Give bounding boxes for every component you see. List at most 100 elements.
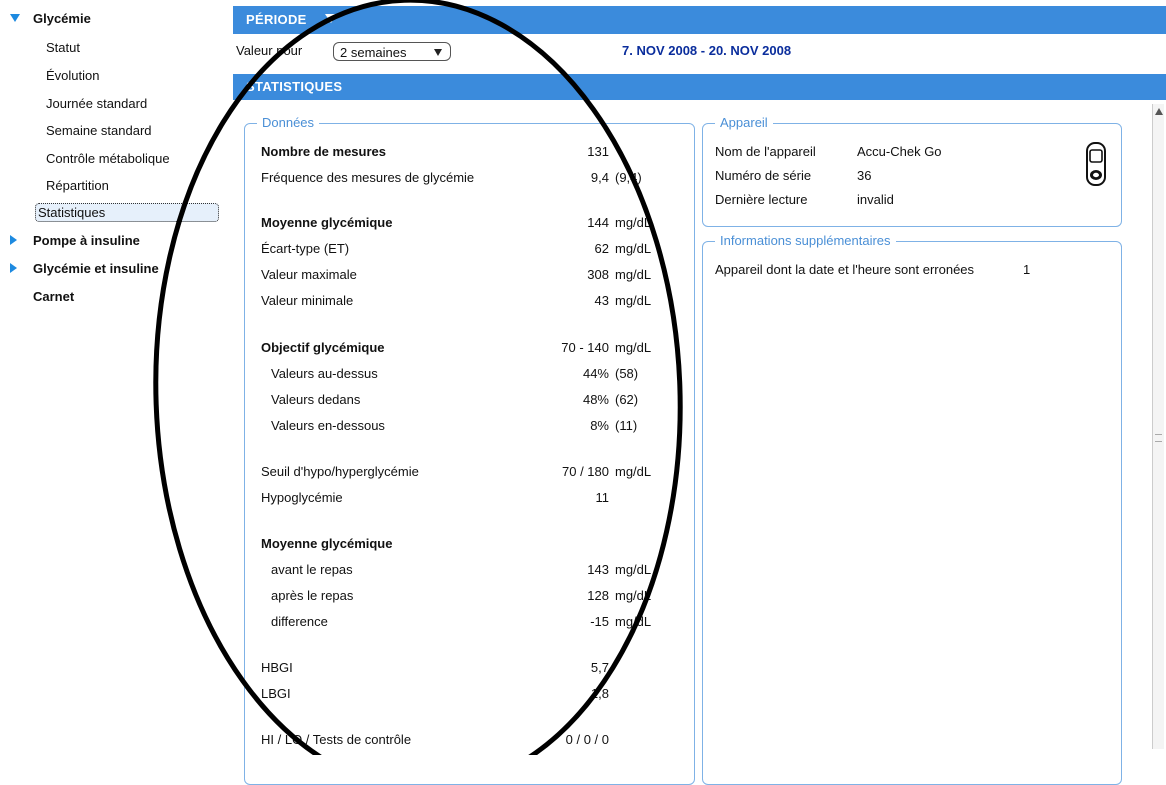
stat-value: 131	[587, 144, 609, 159]
chevron-down-icon[interactable]	[434, 49, 442, 56]
stat-value: 144	[587, 215, 609, 230]
stat-label: HBGI	[261, 660, 293, 675]
stat-value: 8%	[590, 418, 609, 433]
stat-value: 308	[587, 267, 609, 282]
tree-item-evolution[interactable]: Évolution	[46, 68, 99, 83]
stat-row: Valeur minimale 43 mg/dL	[261, 293, 661, 311]
stat-unit: (58)	[615, 366, 639, 381]
scroll-up-arrow-icon[interactable]	[1155, 108, 1163, 115]
stat-label: Moyenne glycémique	[261, 215, 393, 230]
tree-group-label[interactable]: Carnet	[33, 289, 74, 304]
period-select-value: 2 semaines	[340, 45, 407, 60]
stat-row: Moyenne glycémique	[261, 536, 661, 554]
tree-item-semaine-standard[interactable]: Semaine standard	[46, 123, 152, 138]
tree-item-journee-standard[interactable]: Journée standard	[46, 96, 147, 111]
stat-unit: mg/dL	[615, 464, 652, 479]
stat-row: Valeurs dedans 48% (62)	[261, 392, 661, 410]
stat-label: Hypoglycémie	[261, 490, 343, 505]
stat-row: Fréquence des mesures de glycémie 9,4 (9,4…	[261, 170, 661, 188]
stat-row: Seuil d'hypo/hyperglycémie 70 / 180 mg/dL	[261, 464, 661, 482]
stat-row: HI / LO / Tests de contrôle 0 / 0 / 0	[261, 732, 661, 750]
stat-value: 143	[587, 562, 609, 577]
stat-value: 5,7	[590, 660, 609, 675]
stat-row: Valeurs en-dessous 8% (11)	[261, 418, 661, 436]
stat-value: 9,4	[590, 170, 609, 185]
stat-label: Nombre de mesures	[261, 144, 386, 159]
device-name-label: Nom de l'appareil	[715, 144, 816, 159]
statistiques-content: Données Nombre de mesures 131 Fréquence de…	[233, 100, 1166, 785]
stat-label: LBGI	[261, 686, 291, 701]
stat-unit: (9,4)	[615, 170, 642, 185]
stat-row: Valeurs au-dessus 44% (58)	[261, 366, 661, 384]
stat-row: Hypoglycémie 11	[261, 490, 661, 508]
stat-label: difference	[271, 614, 328, 629]
last-reading-label: Dernière lecture	[715, 192, 808, 207]
stat-row: Moyenne glycémique 144 mg/dL	[261, 215, 661, 233]
serial-number-value: 36	[857, 168, 872, 183]
glucose-meter-icon	[1086, 142, 1106, 186]
stat-label: Valeurs en-dessous	[271, 418, 385, 433]
stat-label: Écart-type (ET)	[261, 241, 350, 256]
stat-unit: mg/dL	[615, 588, 652, 603]
stat-value: 0 / 0 / 0	[565, 732, 609, 747]
info-row-value: 1	[1023, 262, 1031, 277]
stat-value: 11	[595, 490, 610, 505]
donnees-legend: Données	[257, 115, 320, 130]
stat-unit: mg/dL	[615, 215, 652, 230]
stat-label: Moyenne glycémique	[261, 536, 393, 551]
stat-unit: mg/dL	[615, 614, 652, 629]
scroll-grip-icon[interactable]	[1155, 434, 1162, 442]
stat-value: 43	[594, 293, 609, 308]
serial-number-label: Numéro de série	[715, 168, 812, 183]
stat-unit: mg/dL	[615, 340, 652, 355]
tree-item-repartition[interactable]: Répartition	[46, 178, 109, 193]
stat-label: Valeurs dedans	[271, 392, 361, 407]
appareil-panel: Appareil Nom de l'appareil Accu-Chek Go …	[702, 115, 1122, 227]
tree-item-statut[interactable]: Statut	[46, 40, 80, 55]
stat-row: difference -15 mg/dL	[261, 614, 661, 632]
stat-row: Valeur maximale 308 mg/dL	[261, 267, 661, 285]
informations-panel: Informations supplémentaires Appareil do…	[702, 233, 1122, 785]
periode-header[interactable]: PÉRIODE	[233, 6, 1166, 34]
stat-label: avant le repas	[271, 562, 353, 577]
stat-row: Nombre de mesures 131	[261, 144, 661, 162]
collapsed-arrow-icon[interactable]	[10, 263, 17, 273]
last-reading-value: invalid	[857, 192, 894, 207]
stat-row: Objectif glycémique 70 - 140 mg/dL	[261, 340, 661, 358]
stat-value: 70 - 140	[561, 340, 609, 355]
stat-unit: mg/dL	[615, 293, 652, 308]
stat-unit: mg/dL	[615, 241, 652, 256]
stat-label: après le repas	[271, 588, 354, 603]
period-select[interactable]: 2 semaines	[333, 42, 451, 61]
stat-row: LBGI 1,8	[261, 686, 661, 704]
stat-value: 44%	[582, 366, 609, 381]
stat-value: 62	[594, 241, 609, 256]
tree-group-label[interactable]: Glycémie	[33, 11, 91, 26]
statistiques-title: STATISTIQUES	[246, 79, 343, 94]
collapsed-arrow-icon[interactable]	[10, 235, 17, 245]
stat-row: Écart-type (ET) 62 mg/dL	[261, 241, 661, 259]
stat-unit: (62)	[615, 392, 639, 407]
statistiques-header: STATISTIQUES	[233, 74, 1166, 100]
collapse-triangle-icon[interactable]	[325, 14, 337, 23]
vertical-scrollbar[interactable]	[1152, 104, 1164, 749]
stat-label: Fréquence des mesures de glycémie	[261, 170, 475, 185]
stat-label: Valeur maximale	[261, 267, 357, 282]
expanded-arrow-icon[interactable]	[10, 14, 20, 22]
info-row-label: Appareil dont la date et l'heure sont er…	[715, 262, 975, 277]
stat-value: 48%	[582, 392, 609, 407]
periode-title: PÉRIODE	[246, 12, 307, 27]
tree-group-label[interactable]: Pompe à insuline	[33, 233, 140, 248]
tree-group-label[interactable]: Glycémie et insuline	[33, 261, 159, 276]
navigation-sidebar: Glycémie Statut Évolution Journée standa…	[0, 0, 233, 755]
stat-value: -15	[590, 614, 609, 629]
stat-unit: mg/dL	[615, 267, 652, 282]
informations-legend: Informations supplémentaires	[715, 233, 896, 248]
stat-label: Valeurs au-dessus	[271, 366, 378, 381]
stat-value: 1,8	[590, 686, 609, 701]
appareil-legend: Appareil	[715, 115, 773, 130]
stat-unit: mg/dL	[615, 562, 652, 577]
tree-item-controle-metabolique[interactable]: Contrôle métabolique	[46, 151, 170, 166]
tree-item-statistiques[interactable]: Statistiques	[35, 203, 219, 222]
stat-row: avant le repas 143 mg/dL	[261, 562, 661, 580]
